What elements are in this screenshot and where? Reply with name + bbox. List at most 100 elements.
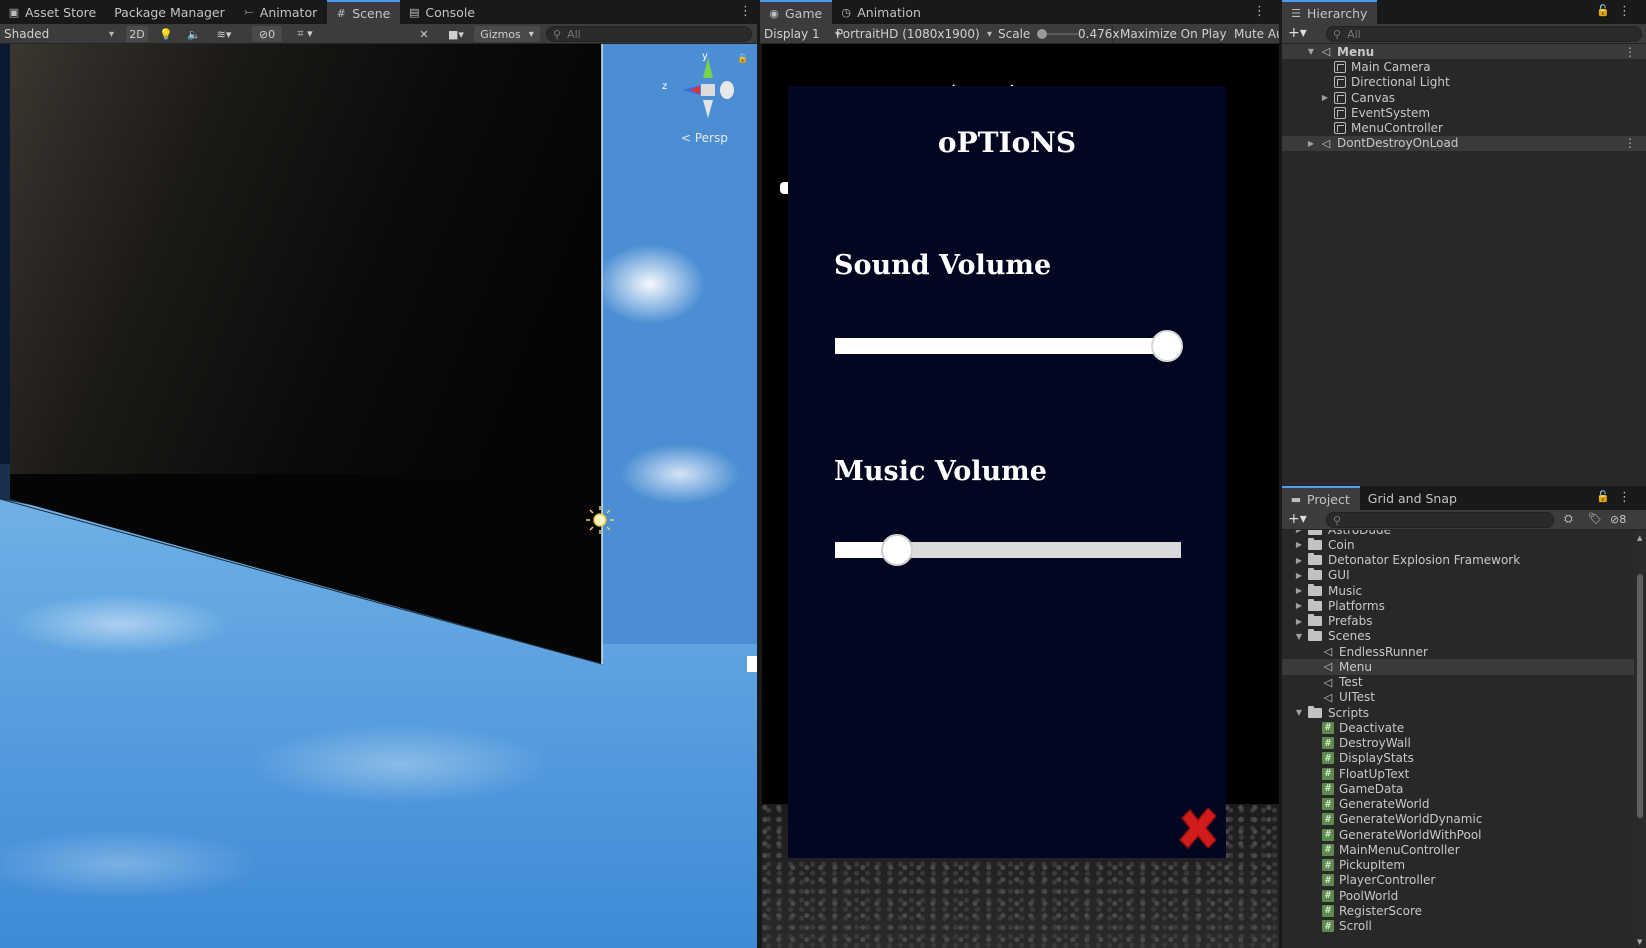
tab-animation[interactable]: ◷ Animation [832, 0, 931, 24]
hidden-packages-button[interactable]: ⊘8 [1610, 513, 1626, 526]
expand-arrow-icon[interactable]: ▶ [1294, 601, 1304, 610]
project-item[interactable]: # PlayerController [1282, 873, 1634, 888]
expand-arrow-icon[interactable]: ▶ [1320, 93, 1330, 102]
lock-icon[interactable]: 🔓 [1596, 4, 1610, 17]
tab-asset-store[interactable]: ▣ Asset Store [0, 0, 106, 24]
scrollbar-thumb[interactable] [1637, 574, 1643, 818]
game-panel-menu-icon[interactable]: ⋮ [1253, 4, 1266, 20]
sound-volume-slider[interactable] [835, 330, 1184, 362]
lighting-toggle-icon[interactable]: 💡 [156, 26, 176, 42]
project-item[interactable]: ▶ Coin [1282, 537, 1634, 552]
filter-by-type-icon[interactable]: ⛭ [1564, 512, 1573, 526]
project-scrollbar[interactable]: ▲ ▼ [1634, 530, 1646, 948]
tab-console[interactable]: ▤ Console [400, 0, 485, 24]
expand-arrow-icon[interactable]: ▶ [1294, 586, 1304, 595]
scale-slider-handle[interactable] [1036, 29, 1047, 39]
resolution-dropdown[interactable]: PortraitHD (1080x1900) [836, 26, 992, 42]
toggle-2d-button[interactable]: 2D [126, 26, 148, 42]
gizmos-dropdown[interactable]: Gizmos ▾ [474, 26, 540, 42]
hierarchy-item[interactable]: MenuController [1282, 121, 1646, 136]
sound-volume-handle[interactable] [1151, 330, 1184, 362]
project-item[interactable]: ◁ UITest [1282, 690, 1634, 705]
tab-animator[interactable]: ⤚ Animator [235, 0, 327, 24]
music-volume-slider[interactable] [835, 534, 1181, 566]
hidden-objects-button[interactable]: ⊘ 0 [252, 26, 282, 42]
tab-scene[interactable]: # Scene [327, 0, 401, 24]
tools-icon[interactable]: ✕ [414, 26, 434, 42]
project-item[interactable]: ◁ EndlessRunner [1282, 644, 1634, 659]
add-dropdown-icon[interactable]: +▾ [1288, 25, 1307, 41]
project-item[interactable]: ▶ Platforms [1282, 598, 1634, 613]
hierarchy-item[interactable]: ▶ ◁ DontDestroyOnLoad ⋮ [1282, 135, 1646, 152]
hierarchy-menu-icon[interactable]: ⋮ [1618, 4, 1631, 20]
scene-menu-icon[interactable]: ⋮ [1624, 45, 1636, 59]
shading-mode-dropdown[interactable]: Shaded [4, 26, 114, 42]
project-item[interactable]: # DestroyWall [1282, 736, 1634, 751]
grid-snap-icon[interactable]: ⌗ ▾ [288, 26, 322, 42]
scroll-down-icon[interactable]: ▼ [1637, 938, 1642, 946]
hierarchy-item[interactable]: Directional Light [1282, 75, 1646, 90]
effects-dropdown-icon[interactable]: ≋▾ [210, 26, 238, 42]
audio-toggle-icon[interactable]: 🔈 [184, 26, 204, 42]
maximize-on-play-toggle[interactable]: Maximize On Play [1120, 26, 1227, 42]
collapse-arrow-icon[interactable]: ▼ [1306, 47, 1316, 56]
game-viewport[interactable]: ~ ♦ ♦ ~ oPTIoNS Sound Volume Music Volum… [762, 44, 1279, 948]
tab-grid-and-snap[interactable]: Grid and Snap [1360, 486, 1467, 510]
project-item[interactable]: ▶ GUI [1282, 568, 1634, 583]
display-dropdown[interactable]: Display 1 [764, 26, 840, 42]
lock-icon[interactable]: 🔒 [737, 54, 748, 64]
project-item[interactable]: ▶ Detonator Explosion Framework [1282, 553, 1634, 568]
scene-menu-icon[interactable]: ⋮ [1624, 136, 1636, 150]
expand-arrow-icon[interactable]: ▶ [1306, 139, 1316, 148]
lock-icon[interactable]: 🔓 [1596, 490, 1610, 503]
project-item[interactable]: ◁ Test [1282, 675, 1634, 690]
expand-arrow-icon[interactable]: ▶ [1294, 571, 1304, 580]
expand-arrow-icon[interactable]: ▶ [1294, 540, 1304, 549]
music-volume-handle[interactable] [881, 534, 914, 566]
camera-dropdown-icon[interactable]: ■▾ [440, 26, 472, 42]
project-item[interactable]: ▼ Scripts [1282, 705, 1634, 720]
project-item[interactable]: # MainMenuController [1282, 842, 1634, 857]
expand-arrow-icon[interactable]: ▶ [1294, 556, 1304, 565]
project-item[interactable]: # RegisterScore [1282, 903, 1634, 918]
project-item[interactable]: # Scroll [1282, 919, 1634, 934]
project-item[interactable]: ▶ Prefabs [1282, 614, 1634, 629]
scene-viewport[interactable]: z y 🔒 < Persp [0, 44, 757, 948]
project-menu-icon[interactable]: ⋮ [1618, 490, 1631, 506]
project-item[interactable]: ◁ Menu [1282, 659, 1634, 675]
tab-package-manager[interactable]: Package Manager [106, 0, 235, 24]
collapse-arrow-icon[interactable]: ▼ [1294, 708, 1304, 717]
hierarchy-search-input[interactable]: ⚲ All [1326, 26, 1642, 42]
hierarchy-item[interactable]: ▶ Canvas [1282, 90, 1646, 105]
project-item[interactable]: # Deactivate [1282, 720, 1634, 735]
scene-search-input[interactable]: ⚲ All [546, 26, 752, 42]
add-dropdown-icon[interactable]: +▾ [1288, 511, 1307, 527]
expand-arrow-icon[interactable]: ▶ [1294, 617, 1304, 626]
tab-game[interactable]: ◉ Game [760, 0, 833, 24]
scroll-up-icon[interactable]: ▲ [1637, 534, 1642, 542]
project-item[interactable]: # GenerateWorldWithPool [1282, 827, 1634, 842]
project-item[interactable]: # GameData [1282, 781, 1634, 796]
project-search-input[interactable]: ⚲ [1326, 512, 1554, 528]
hierarchy-item[interactable]: Main Camera [1282, 59, 1646, 74]
project-item[interactable]: ▶ AstroDude [1282, 530, 1634, 537]
project-item[interactable]: # DisplayStats [1282, 751, 1634, 766]
mute-audio-toggle[interactable]: Mute Au [1234, 26, 1282, 42]
project-item[interactable]: ▶ Music [1282, 583, 1634, 598]
tab-project[interactable]: ▬ Project [1282, 486, 1360, 510]
projection-toggle[interactable]: < Persp [681, 131, 728, 145]
tab-hierarchy[interactable]: ☰ Hierarchy [1282, 0, 1378, 24]
hierarchy-item[interactable]: EventSystem [1282, 105, 1646, 120]
project-item[interactable]: # PickupItem [1282, 858, 1634, 873]
project-item[interactable]: # GenerateWorldDynamic [1282, 812, 1634, 827]
collapse-arrow-icon[interactable]: ▼ [1294, 632, 1304, 641]
scene-panel-menu-icon[interactable]: ⋮ [739, 4, 752, 20]
filter-by-label-icon[interactable]: 🏷 [1588, 512, 1602, 525]
project-item[interactable]: # PoolWorld [1282, 888, 1634, 903]
project-item[interactable]: ▼ Scenes [1282, 629, 1634, 644]
project-item[interactable]: # GenerateWorld [1282, 797, 1634, 812]
panel-divider[interactable] [757, 0, 760, 948]
hierarchy-item[interactable]: ▼ ◁ Menu ⋮ [1282, 44, 1646, 60]
expand-arrow-icon[interactable]: ▶ [1294, 530, 1304, 534]
project-item[interactable]: # FloatUpText [1282, 766, 1634, 781]
